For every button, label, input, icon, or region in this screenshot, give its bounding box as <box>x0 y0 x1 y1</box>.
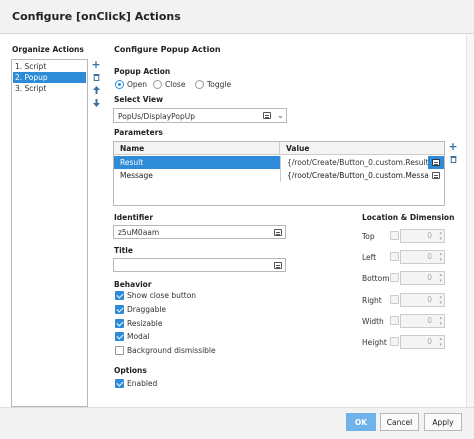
right-checkbox[interactable] <box>390 295 399 304</box>
popup-action-label: Popup Action <box>114 67 171 76</box>
show-close-button-checkbox[interactable] <box>115 291 124 300</box>
width-label: Width <box>362 317 384 326</box>
bottom-label: Bottom <box>362 274 390 283</box>
dialog-scrollbar[interactable] <box>466 34 474 407</box>
show-close-button-label: Show close button <box>127 291 197 300</box>
background-dismissible-label: Background dismissible <box>127 346 216 355</box>
options-label: Options <box>114 366 147 375</box>
modal-checkbox[interactable] <box>115 332 124 341</box>
add-icon[interactable]: + <box>91 58 101 71</box>
list-item[interactable]: 3. Script <box>13 83 86 94</box>
trash-icon[interactable] <box>91 72 101 82</box>
radio-close-label: Close <box>165 80 186 89</box>
organize-heading: Organize Actions <box>12 45 84 54</box>
radio-toggle-label: Toggle <box>207 80 232 89</box>
draggable-checkbox[interactable] <box>115 305 124 314</box>
parameters-label: Parameters <box>114 128 163 137</box>
select-view-field[interactable]: PopUs/DisplayPopUp ⌄ <box>113 108 287 123</box>
enabled-checkbox[interactable] <box>115 379 124 388</box>
list-item[interactable]: 2. Popup <box>13 72 86 83</box>
bottom-spinner[interactable]: 0 <box>400 271 445 285</box>
top-checkbox[interactable] <box>390 231 399 240</box>
config-heading: Configure Popup Action <box>114 45 221 54</box>
height-checkbox[interactable] <box>390 337 399 346</box>
parameters-table[interactable]: Name Value Result {/root/Create/Button_0… <box>113 141 445 206</box>
select-view-label: Select View <box>114 95 164 104</box>
radio-open-label: Open <box>127 80 148 89</box>
height-spinner[interactable]: 0 <box>400 335 445 349</box>
right-label: Right <box>362 296 382 305</box>
resizable-label: Resizable <box>127 319 163 328</box>
enabled-label: Enabled <box>127 379 158 388</box>
param-name: Message <box>120 171 153 180</box>
identifier-input[interactable]: z5uM0aam <box>113 225 286 239</box>
binding-icon[interactable] <box>432 172 440 179</box>
behavior-label: Behavior <box>114 280 152 289</box>
browse-icon[interactable] <box>263 112 271 119</box>
identifier-value: z5uM0aam <box>118 228 160 237</box>
binding-icon[interactable] <box>432 159 440 166</box>
background-dismissible-checkbox[interactable] <box>115 346 124 355</box>
cancel-button[interactable]: Cancel <box>380 413 419 431</box>
resizable-checkbox[interactable] <box>115 319 124 328</box>
radio-toggle[interactable] <box>195 80 204 89</box>
apply-button[interactable]: Apply <box>424 413 462 431</box>
param-value[interactable]: {/root/Create/Button_0.custom.Result} <box>280 156 428 169</box>
modal-label: Modal <box>127 332 150 341</box>
left-spinner[interactable]: 0 <box>400 250 445 264</box>
delete-parameter-icon[interactable] <box>448 154 458 164</box>
arrow-down-icon[interactable] <box>91 98 101 108</box>
title-label: Title <box>114 246 133 255</box>
title-input[interactable] <box>113 258 286 272</box>
chevron-down-icon[interactable]: ⌄ <box>277 111 284 120</box>
list-item[interactable]: 1. Script <box>13 61 86 72</box>
param-name: Result <box>120 158 144 167</box>
height-label: Height <box>362 338 387 347</box>
top-spinner[interactable]: 0 <box>400 229 445 243</box>
actions-list[interactable]: 1. Script 2. Popup 3. Script <box>11 59 88 407</box>
binding-icon[interactable] <box>274 262 282 269</box>
arrow-up-icon[interactable] <box>91 85 101 95</box>
location-dimension-label: Location & Dimension <box>362 213 455 222</box>
column-header-value[interactable]: Value <box>280 142 444 155</box>
width-checkbox[interactable] <box>390 316 399 325</box>
select-view-value: PopUs/DisplayPopUp <box>118 112 196 121</box>
radio-close[interactable] <box>153 80 162 89</box>
width-spinner[interactable]: 0 <box>400 314 445 328</box>
dialog-titlebar: Configure [onClick] Actions <box>0 0 474 34</box>
radio-open[interactable] <box>115 80 124 89</box>
param-value[interactable]: {/root/Create/Button_0.custom.Message} <box>280 169 428 182</box>
bottom-checkbox[interactable] <box>390 273 399 282</box>
top-label: Top <box>362 232 375 241</box>
add-parameter-icon[interactable]: + <box>448 140 458 153</box>
ok-button[interactable]: OK <box>346 413 376 431</box>
column-header-name[interactable]: Name <box>114 142 280 155</box>
table-row[interactable]: Message {/root/Create/Button_0.custom.Me… <box>114 169 444 182</box>
left-checkbox[interactable] <box>390 252 399 261</box>
right-spinner[interactable]: 0 <box>400 293 445 307</box>
left-label: Left <box>362 253 377 262</box>
draggable-label: Draggable <box>127 305 167 314</box>
dialog-footer: OK Cancel Apply <box>0 407 474 439</box>
dialog-title: Configure [onClick] Actions <box>12 10 181 23</box>
binding-icon[interactable] <box>274 229 282 236</box>
identifier-label: Identifier <box>114 213 154 222</box>
table-row[interactable]: Result {/root/Create/Button_0.custom.Res… <box>114 156 444 169</box>
